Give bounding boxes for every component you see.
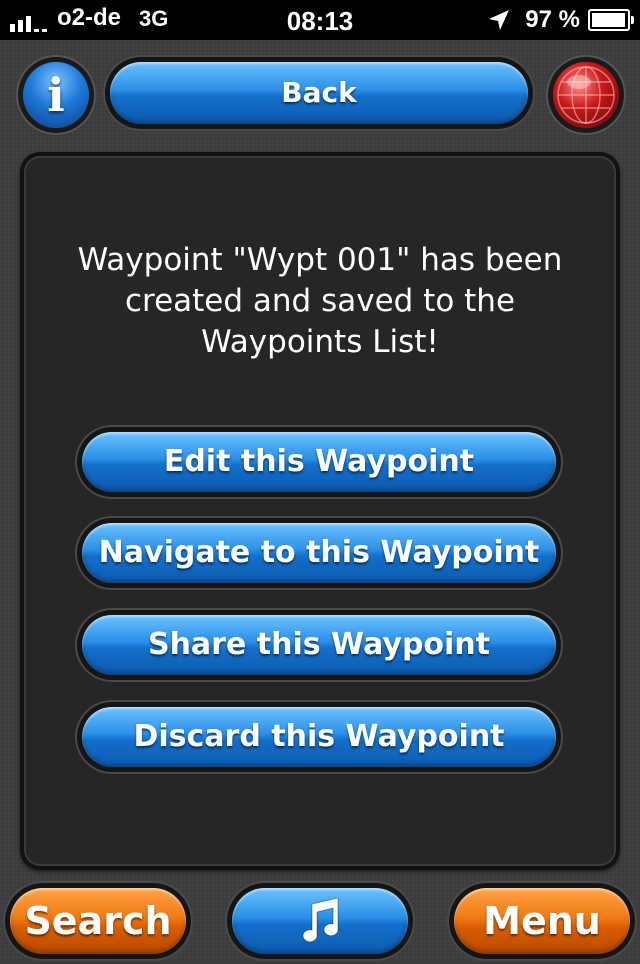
discard-waypoint-button[interactable]: Discard this Waypoint <box>82 707 556 767</box>
music-note-icon <box>302 897 339 943</box>
status-bar: o2-de 3G 08:13 97 % <box>0 0 640 40</box>
info-icon: i <box>47 68 65 122</box>
battery-icon <box>588 9 634 31</box>
menu-button[interactable]: Menu <box>454 888 630 954</box>
confirmation-message: Waypoint "Wypt 001" has been created and… <box>77 242 563 360</box>
battery-fill <box>592 13 625 27</box>
music-button[interactable] <box>232 888 408 954</box>
status-right: 97 % <box>487 6 634 34</box>
edit-waypoint-button[interactable]: Edit this Waypoint <box>82 432 556 492</box>
back-button[interactable]: Back <box>110 62 528 124</box>
share-waypoint-button[interactable]: Share this Waypoint <box>82 615 556 675</box>
search-button[interactable]: Search <box>10 888 186 954</box>
globe-button[interactable] <box>553 62 619 128</box>
globe-icon <box>557 66 615 124</box>
battery-percent: 97 % <box>525 6 580 33</box>
navigate-waypoint-button[interactable]: Navigate to this Waypoint <box>82 523 556 583</box>
location-arrow-icon <box>489 10 510 30</box>
info-button[interactable]: i <box>23 62 89 128</box>
